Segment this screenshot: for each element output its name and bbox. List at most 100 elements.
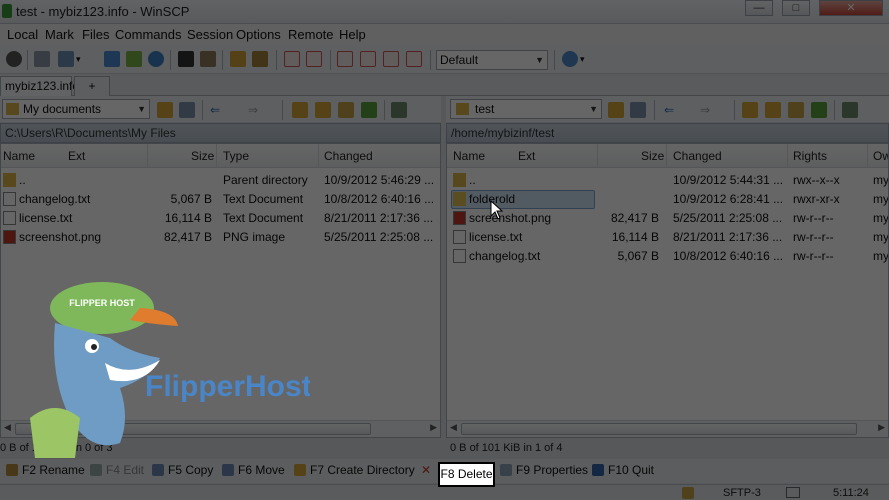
file-name: changelog.txt xyxy=(469,249,541,263)
dropdown-arrow-icon[interactable]: ▾ xyxy=(76,51,86,67)
column-divider[interactable] xyxy=(666,144,667,168)
column-changed[interactable]: Changed xyxy=(673,149,722,163)
table-row[interactable]: folderold 10/9/2012 6:28:41 ... rwxr-xr-… xyxy=(447,190,888,209)
maximize-icon[interactable]: □ xyxy=(782,0,810,16)
invert-selection-icon[interactable] xyxy=(406,51,422,67)
quit-button[interactable]: F10 Quit xyxy=(592,463,654,477)
menu-files[interactable]: Files xyxy=(82,27,109,42)
tree-view-icon[interactable] xyxy=(391,102,407,118)
left-location-select[interactable]: My documents ▼ xyxy=(2,99,150,119)
table-row[interactable]: license.txt 16,114 B 8/21/2011 2:17:36 .… xyxy=(447,228,889,247)
refresh-icon[interactable] xyxy=(148,51,164,67)
column-divider[interactable] xyxy=(787,144,788,168)
column-divider[interactable] xyxy=(216,144,217,168)
tab-new-session[interactable]: + xyxy=(74,76,110,96)
scroll-left-arrow-icon[interactable]: ◀ xyxy=(450,422,457,433)
table-row[interactable]: .. 10/9/2012 5:44:31 ... rwx--x--x my xyxy=(447,171,888,190)
table-row[interactable]: changelog.txt 5,067 B 10/8/2012 6:40:16 … xyxy=(447,247,888,266)
close-button[interactable]: ✕ xyxy=(819,0,883,16)
open-directory-icon[interactable] xyxy=(157,102,173,118)
column-owner[interactable]: Ow xyxy=(873,149,888,163)
filter-panel-icon[interactable] xyxy=(630,102,646,118)
column-type[interactable]: Type xyxy=(223,149,249,163)
scrollbar-thumb[interactable] xyxy=(461,423,857,435)
parent-directory-icon[interactable] xyxy=(742,102,758,118)
find-files-icon[interactable] xyxy=(230,51,246,67)
console-icon[interactable] xyxy=(178,51,194,67)
menu-help[interactable]: Help xyxy=(339,27,366,42)
toolbar-separator xyxy=(384,100,385,120)
home-icon[interactable] xyxy=(788,102,804,118)
home-icon[interactable] xyxy=(338,102,354,118)
right-horizontal-scrollbar[interactable]: ◀ ▶ xyxy=(447,420,888,437)
unselect-files-icon[interactable] xyxy=(306,51,322,67)
menu-local[interactable]: Local xyxy=(7,27,38,42)
column-name[interactable]: Name xyxy=(3,149,35,163)
column-changed[interactable]: Changed xyxy=(324,149,373,163)
parent-directory-icon[interactable] xyxy=(292,102,308,118)
column-name[interactable]: Name xyxy=(453,149,485,163)
menu-commands[interactable]: Commands xyxy=(115,27,181,42)
right-location-select[interactable]: test ▼ xyxy=(450,99,602,119)
menu-mark[interactable]: Mark xyxy=(45,27,74,42)
column-size[interactable]: Size xyxy=(641,149,664,163)
cancel-icon[interactable] xyxy=(383,51,399,67)
filter-panel-icon[interactable] xyxy=(179,102,195,118)
column-divider[interactable] xyxy=(597,144,598,168)
forward-arrow-icon[interactable]: ⇒ xyxy=(700,102,716,118)
refresh-icon[interactable] xyxy=(811,102,827,118)
delete-x-icon[interactable]: ✕ xyxy=(421,463,431,477)
table-row[interactable]: changelog.txt 5,067 B Text Document 10/8… xyxy=(1,190,440,209)
table-row[interactable]: screenshot.png 82,417 B 5/25/2011 2:25:0… xyxy=(447,209,888,228)
select-files-icon[interactable] xyxy=(284,51,300,67)
column-divider[interactable] xyxy=(147,144,148,168)
column-size[interactable]: Size xyxy=(191,149,214,163)
file-size: 5,067 B xyxy=(170,192,212,206)
synchronize-icon[interactable] xyxy=(58,51,74,67)
table-row[interactable]: .. Parent directory 10/9/2012 5:46:29 ..… xyxy=(1,171,440,190)
winscp-app-icon xyxy=(2,4,12,18)
column-divider[interactable] xyxy=(318,144,319,168)
folder-icon xyxy=(456,103,469,115)
dropdown-arrow-icon[interactable]: ▾ xyxy=(580,51,590,67)
column-divider[interactable] xyxy=(867,144,868,168)
keep-remote-up-to-date-icon[interactable] xyxy=(104,51,120,67)
scroll-right-arrow-icon[interactable]: ▶ xyxy=(430,422,437,433)
refresh-icon[interactable] xyxy=(361,102,377,118)
queue-icon[interactable] xyxy=(126,51,142,67)
column-rights[interactable]: Rights xyxy=(793,149,827,163)
menu-remote[interactable]: Remote xyxy=(288,27,334,42)
transfer-settings-select[interactable]: Default ▼ xyxy=(436,50,548,70)
tree-view-icon[interactable] xyxy=(842,102,858,118)
tab-session-mybiz123[interactable]: mybiz123.info xyxy=(0,76,79,96)
transfer-settings-globe-icon[interactable] xyxy=(562,51,578,67)
create-directory-button[interactable]: F7 Create Directory xyxy=(294,463,415,477)
delete-button[interactable]: F8 Delete xyxy=(438,462,495,487)
table-row[interactable]: screenshot.png 82,417 B PNG image 5/25/2… xyxy=(1,228,440,247)
binoculars-icon[interactable] xyxy=(252,51,268,67)
filter-icon[interactable] xyxy=(337,51,353,67)
compare-directories-icon[interactable] xyxy=(34,51,50,67)
properties-button[interactable]: F9 Properties xyxy=(500,463,588,477)
putty-icon[interactable] xyxy=(200,51,216,67)
preferences-gear-icon[interactable] xyxy=(6,51,22,67)
column-ext[interactable]: Ext xyxy=(68,149,85,163)
scroll-right-arrow-icon[interactable]: ▶ xyxy=(878,422,885,433)
file-size: 82,417 B xyxy=(163,230,212,244)
right-file-list[interactable]: Name Ext Size Changed Rights Ow .. 10/9/… xyxy=(446,143,889,438)
root-directory-icon[interactable] xyxy=(765,102,781,118)
root-directory-icon[interactable] xyxy=(315,102,331,118)
column-ext[interactable]: Ext xyxy=(518,149,535,163)
minimize-button[interactable]: — xyxy=(745,0,773,16)
back-arrow-icon[interactable]: ⇐ xyxy=(210,102,226,118)
sort-icon[interactable] xyxy=(360,51,376,67)
menu-options[interactable]: Options xyxy=(236,27,281,42)
back-arrow-icon[interactable]: ⇐ xyxy=(664,102,680,118)
forward-arrow-icon[interactable]: ⇒ xyxy=(248,102,264,118)
text-file-icon xyxy=(3,192,16,206)
table-row[interactable]: license.txt 16,114 B Text Document 8/21/… xyxy=(1,209,440,228)
menu-session[interactable]: Session xyxy=(187,27,233,42)
file-owner: my xyxy=(873,230,889,244)
open-directory-icon[interactable] xyxy=(608,102,624,118)
file-name: .. xyxy=(19,173,26,187)
